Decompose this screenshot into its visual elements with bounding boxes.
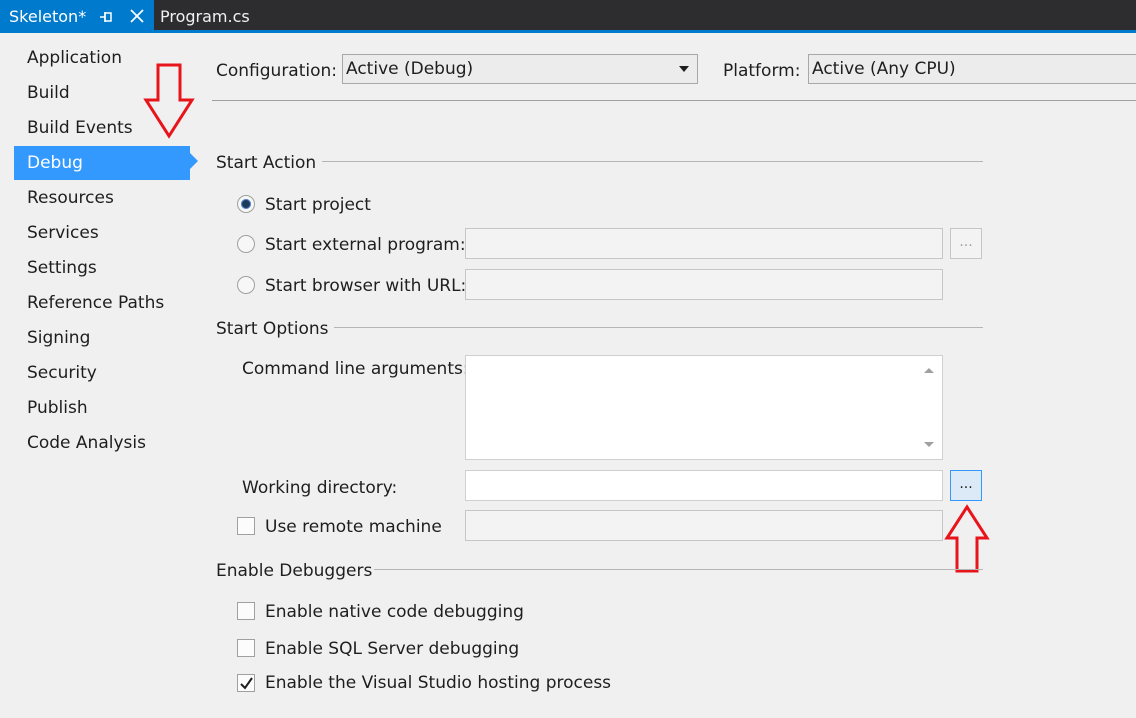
tab-skeleton[interactable]: Skeleton* [0,0,154,33]
configuration-value: Active (Debug) [346,59,474,79]
enable-debuggers-heading: Enable Debuggers [216,561,373,581]
native-debugging-label: Enable native code debugging [265,602,524,622]
close-icon[interactable] [130,9,144,23]
native-debugging-checkbox[interactable] [237,602,255,620]
annotation-arrow-up-icon [944,504,990,573]
nav-item-code-analysis[interactable]: Code Analysis [14,426,190,460]
platform-value: Active (Any CPU) [812,59,956,79]
nav-item-debug[interactable]: Debug [14,146,190,180]
tab-title: Skeleton* [9,7,87,26]
nav-item-signing[interactable]: Signing [14,321,190,355]
nav-item-publish[interactable]: Publish [14,391,190,425]
selection-pointer [190,153,198,169]
sql-debugging-label: Enable SQL Server debugging [265,639,520,659]
configuration-combo[interactable]: Active (Debug) [342,54,698,84]
pin-icon[interactable] [99,11,113,23]
platform-combo[interactable]: Active (Any CPU) [808,54,1136,84]
document-tab-strip: Skeleton* Program.cs [0,0,1136,33]
scroll-up-icon[interactable] [924,368,934,373]
start-external-label: Start external program: [265,235,466,255]
cmd-args-label: Command line arguments: [242,359,469,379]
nav-item-settings[interactable]: Settings [14,251,190,285]
working-dir-browse-button[interactable]: ... [950,470,982,501]
cmd-args-textarea[interactable] [465,355,943,460]
start-project-radio[interactable] [237,195,255,213]
remote-machine-checkbox[interactable] [237,517,255,535]
start-action-heading: Start Action [216,153,317,173]
sql-debugging-checkbox[interactable] [237,639,255,657]
nav-item-services[interactable]: Services [14,216,190,250]
working-dir-label: Working directory: [242,478,398,498]
start-options-heading: Start Options [216,319,329,339]
external-program-input[interactable] [465,228,943,259]
browser-url-input[interactable] [465,269,943,300]
checkmark-icon [240,677,253,690]
nav-item-resources[interactable]: Resources [14,181,190,215]
start-browser-radio[interactable] [237,276,255,294]
section-divider [374,569,983,570]
platform-label: Platform: [723,61,801,81]
section-divider [334,327,983,328]
nav-item-security[interactable]: Security [14,356,190,390]
hosting-process-label: Enable the Visual Studio hosting process [265,673,612,693]
section-divider [322,161,983,162]
start-project-label: Start project [265,195,371,215]
nav-item-reference-paths[interactable]: Reference Paths [14,286,190,320]
external-program-browse-button[interactable]: ... [950,228,982,259]
working-dir-input[interactable] [465,470,943,501]
tab-title: Program.cs [160,7,250,26]
scroll-down-icon[interactable] [924,442,934,447]
header-divider [212,100,1136,101]
start-external-radio[interactable] [237,235,255,253]
remote-machine-input[interactable] [465,510,943,541]
chevron-down-icon [679,66,689,72]
start-browser-label: Start browser with URL: [265,276,467,296]
remote-machine-label: Use remote machine [265,517,442,537]
hosting-process-checkbox[interactable] [237,674,255,692]
configuration-label: Configuration: [216,61,338,81]
annotation-arrow-down-icon [143,63,195,139]
tab-program-cs[interactable]: Program.cs [154,0,264,33]
